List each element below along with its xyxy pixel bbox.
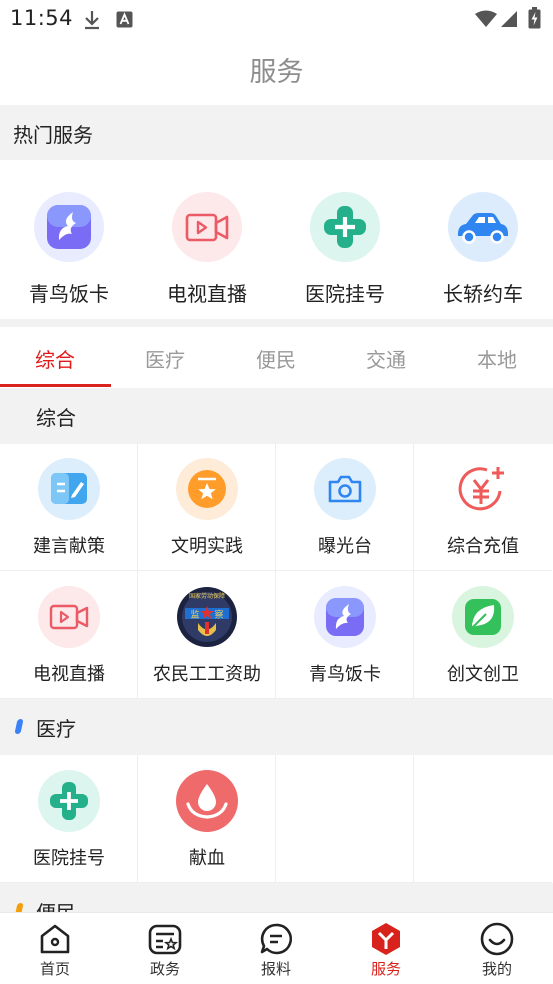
empty-cell [414,755,552,883]
nav-label: 首页 [39,960,70,978]
service-label: 综合充值 [447,536,519,557]
nav-label: 我的 [481,960,512,978]
medical-category-title: 医疗 [36,717,76,741]
badge-top-text: 国家劳动保障 [189,592,225,600]
section-divider [0,319,553,327]
service-hospital[interactable]: 医院挂号 [0,755,138,883]
home-icon [40,924,70,954]
tab-traffic[interactable]: 交通 [331,344,441,373]
service-labor-supervision[interactable]: 国家劳动保障 监 察 农民工工资助 [138,571,276,699]
general-category-title: 综合 [36,406,76,430]
service-label: 电视直播 [33,664,105,685]
qingniao-card-icon [34,192,104,262]
hospital-icon [310,192,380,262]
hot-item-label: 长轿约车 [443,282,523,306]
nav-item-report[interactable]: 报料 [221,913,331,984]
hot-services-header: 热门服务 [0,105,553,160]
suggestion-icon [38,458,100,520]
tv-live-icon [38,586,100,648]
hot-item-label: 医院挂号 [305,282,385,306]
tab-local[interactable]: 本地 [442,344,552,373]
medical-category-header: 医疗 [0,699,553,755]
service-label: 曝光台 [318,536,372,557]
wifi-icon [475,10,497,27]
signal-icon [501,11,517,27]
service-label: 青鸟饭卡 [309,664,381,685]
camera-icon [314,458,376,520]
yuan-recharge-icon [452,458,514,520]
service-qingniao-card[interactable]: 青鸟饭卡 [276,571,414,699]
hot-services-row: 青鸟饭卡 电视直播 医院挂号 长轿约车 [0,160,553,320]
nav-label: 服务 [370,960,401,978]
nav-item-government[interactable]: 政务 [110,913,220,984]
service-label: 献血 [189,848,225,869]
profile-icon [480,922,514,956]
service-recharge[interactable]: 综合充值 [414,443,552,571]
hot-item-car[interactable]: 长轿约车 [414,192,552,312]
empty-cell [276,755,414,883]
service-label: 医院挂号 [33,848,105,869]
category-marker [14,719,24,734]
tab-active-indicator [0,384,111,387]
tab-convenience[interactable]: 便民 [221,344,331,373]
nav-item-service[interactable]: 服务 [331,913,441,984]
service-civilization[interactable]: 文明实践 [138,443,276,571]
hot-item-label: 电视直播 [167,282,247,306]
general-service-grid: 建言献策 文明实践 曝光台 综合充值 电视直播 国家劳动保障 监 察 农民工工资… [0,443,553,699]
civilization-star-icon [176,458,238,520]
hot-item-label: 青鸟饭卡 [29,282,109,306]
medical-service-grid: 医院挂号 献血 [0,755,553,883]
app-notification-icon [116,11,133,28]
tv-live-icon [172,192,242,262]
service-suggestion[interactable]: 建言献策 [0,443,138,571]
service-label: 建言献策 [33,536,105,557]
hospital-icon [38,770,100,832]
status-time: 11:54 [10,6,74,30]
tab-medical[interactable]: 医疗 [110,344,220,373]
nav-label: 政务 [149,960,180,978]
bottom-nav: 首页 政务 报料 服务 我的 [0,912,553,984]
qingniao-card-icon [314,586,376,648]
hot-services-title: 热门服务 [13,123,93,147]
tab-general[interactable]: 综合 [0,344,110,373]
nav-item-profile[interactable]: 我的 [442,913,552,984]
hot-item-hospital[interactable]: 医院挂号 [276,192,414,312]
service-tv-live[interactable]: 电视直播 [0,571,138,699]
service-icon [372,923,400,955]
government-icon [148,924,182,955]
category-tabs: 综合 医疗 便民 交通 本地 [0,327,553,389]
service-label: 创文创卫 [447,664,519,685]
service-exposure[interactable]: 曝光台 [276,443,414,571]
service-civilized-city[interactable]: 创文创卫 [414,571,552,699]
badge-left-text: 监 [190,609,199,621]
service-label: 文明实践 [171,536,243,557]
battery-charging-icon [528,7,541,29]
nav-label: 报料 [260,960,291,978]
blood-donation-icon [176,770,238,832]
page-title: 服务 [249,57,304,88]
download-icon [85,11,99,30]
car-icon [448,192,518,262]
service-label: 农民工工资助 [153,664,261,685]
badge-right-text: 察 [214,609,223,621]
general-category-header: 综合 [0,388,553,444]
leaf-icon [452,586,514,648]
hot-item-qingniao-card[interactable]: 青鸟饭卡 [0,192,138,312]
report-chat-icon [260,923,293,955]
hot-item-tv-live[interactable]: 电视直播 [138,192,276,312]
status-bar: 11:54 [0,0,553,40]
nav-item-home[interactable]: 首页 [0,913,110,984]
labor-supervision-badge: 国家劳动保障 监 察 [176,586,238,648]
service-blood-donation[interactable]: 献血 [138,755,276,883]
